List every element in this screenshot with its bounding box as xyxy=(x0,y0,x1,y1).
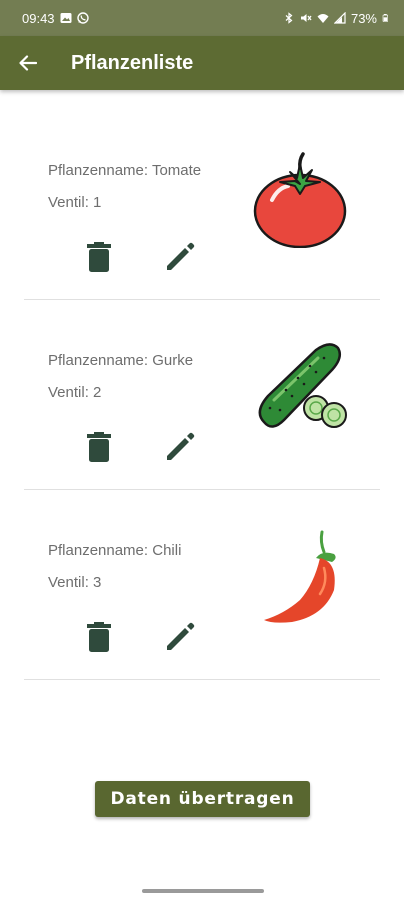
status-bar: 09:43 73% xyxy=(0,0,404,36)
bluetooth-icon xyxy=(285,12,293,24)
trash-icon xyxy=(87,242,111,272)
back-button[interactable] xyxy=(0,36,56,90)
edit-button[interactable] xyxy=(163,620,197,654)
status-right: 73% xyxy=(283,11,390,26)
plant-name: Pflanzenname: Chili xyxy=(48,542,182,559)
battery-level: 73% xyxy=(350,10,377,26)
trash-icon xyxy=(87,432,111,462)
whatsapp-icon xyxy=(76,12,89,24)
page-title: Pflanzenliste xyxy=(71,51,194,74)
list-item: Pflanzenname: Gurke Ventil: 2 xyxy=(24,300,380,490)
edit-button[interactable] xyxy=(163,430,197,464)
trash-icon xyxy=(87,622,111,652)
pencil-icon xyxy=(167,242,195,270)
delete-button[interactable] xyxy=(84,430,114,464)
status-left: 09:43 xyxy=(22,11,89,26)
image-icon xyxy=(60,13,72,23)
status-time: 09:43 xyxy=(22,10,55,26)
delete-button[interactable] xyxy=(84,620,114,654)
battery-icon xyxy=(382,14,388,22)
arrow-left-icon xyxy=(19,55,37,71)
plant-valve: Ventil: 2 xyxy=(48,384,102,401)
plant-valve: Ventil: 1 xyxy=(48,194,102,211)
plant-list: Pflanzenname: Tomate Ventil: 1 Pflanzenn… xyxy=(24,110,380,680)
pencil-icon xyxy=(167,432,195,460)
plant-name: Pflanzenname: Tomate xyxy=(48,162,202,179)
home-indicator[interactable] xyxy=(142,889,264,893)
signal-icon xyxy=(333,12,346,24)
app-bar: Pflanzenliste xyxy=(0,36,404,90)
list-item: Pflanzenname: Tomate Ventil: 1 xyxy=(24,110,380,300)
list-item: Pflanzenname: Chili Ventil: 3 xyxy=(24,490,380,680)
delete-button[interactable] xyxy=(84,240,114,274)
tomato-illustration xyxy=(253,152,347,248)
plant-valve: Ventil: 3 xyxy=(48,574,102,591)
submit-data-button[interactable]: Daten übertragen xyxy=(95,781,310,817)
cucumber-illustration xyxy=(258,343,347,428)
pencil-icon xyxy=(167,622,195,650)
chili-illustration xyxy=(264,530,336,623)
wifi-icon xyxy=(317,14,329,23)
mute-icon xyxy=(300,14,312,22)
edit-button[interactable] xyxy=(163,240,197,274)
plant-name: Pflanzenname: Gurke xyxy=(48,352,194,369)
